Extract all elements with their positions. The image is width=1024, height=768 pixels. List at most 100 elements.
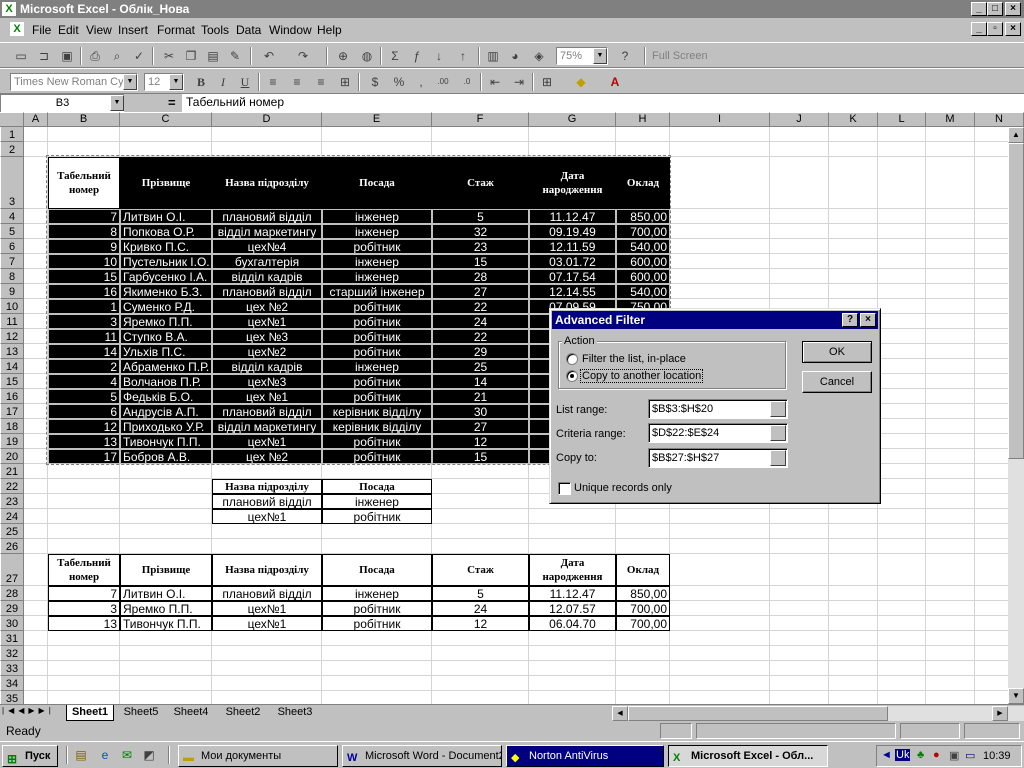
tray-antivirus-icon[interactable]: ●	[933, 749, 940, 761]
filter-in-place-radio[interactable]	[566, 353, 578, 365]
percent-icon[interactable]: %	[390, 73, 408, 91]
collapse-dialog-icon[interactable]	[770, 450, 786, 466]
show-desktop-icon[interactable]: ▤	[72, 746, 90, 764]
task-excel[interactable]: X Microsoft Excel - Обл...	[668, 745, 828, 767]
row-header-26[interactable]: 26	[0, 539, 24, 554]
row-header-23[interactable]: 23	[0, 494, 24, 509]
outlook-icon[interactable]: ✉	[118, 746, 136, 764]
internet-explorer-icon[interactable]: e	[96, 746, 114, 764]
tray-network-icon[interactable]: ▣	[949, 749, 959, 762]
horizontal-scrollbar[interactable]: ◀ ▶	[612, 706, 1024, 721]
copy-to-location-label[interactable]: Copy to another location	[580, 369, 704, 383]
currency-icon[interactable]: $	[366, 73, 384, 91]
undo-icon[interactable]: ↶	[260, 47, 278, 65]
column-header-b[interactable]: B	[48, 112, 120, 127]
minimize-button[interactable]: _	[971, 2, 987, 16]
start-button[interactable]: ⊞ Пуск	[2, 745, 58, 767]
row-header-29[interactable]: 29	[0, 601, 24, 616]
result-row-cell[interactable]: 12.07.57	[529, 601, 616, 616]
column-header-d[interactable]: D	[212, 112, 322, 127]
close-button[interactable]: ×	[1005, 2, 1021, 16]
sort-ascending-icon[interactable]: ↓	[430, 47, 448, 65]
dialog-close-icon[interactable]: ×	[860, 313, 876, 327]
unique-records-checkbox[interactable]	[558, 482, 571, 495]
increase-indent-icon[interactable]: ⇥	[510, 73, 528, 91]
chart-wizard-icon[interactable]: ▥	[484, 47, 502, 65]
row-header-19[interactable]: 19	[0, 434, 24, 449]
result-row-cell[interactable]: 11.12.47	[529, 586, 616, 601]
column-header-e[interactable]: E	[322, 112, 432, 127]
result-row-cell[interactable]: 700,00	[616, 601, 670, 616]
tab-sheet4[interactable]: Sheet4	[168, 705, 214, 721]
align-left-icon[interactable]: ≡	[264, 73, 282, 91]
result-row-cell[interactable]: 3	[48, 601, 120, 616]
menu-file[interactable]: File	[32, 23, 51, 37]
column-header-n[interactable]: N	[975, 112, 1024, 127]
row-header-16[interactable]: 16	[0, 389, 24, 404]
criteria-cell[interactable]: плановий відділ	[212, 494, 322, 509]
result-row-cell[interactable]: робітник	[322, 616, 432, 631]
row-header-10[interactable]: 10	[0, 299, 24, 314]
fill-color-icon[interactable]: ◆	[572, 73, 590, 91]
row-header-31[interactable]: 31	[0, 631, 24, 646]
criteria-cell[interactable]: робітник	[322, 509, 432, 524]
italic-icon[interactable]: I	[214, 73, 232, 91]
row-header-7[interactable]: 7	[0, 254, 24, 269]
row-header-21[interactable]: 21	[0, 464, 24, 479]
formula-input[interactable]: Табельний номер	[182, 94, 1024, 112]
excel-app-icon[interactable]: X	[2, 2, 16, 16]
help-icon[interactable]: ?	[842, 313, 858, 327]
borders-icon[interactable]: ⊞	[538, 73, 556, 91]
print-icon[interactable]: ⎙	[86, 47, 104, 65]
menu-data[interactable]: Data	[236, 23, 261, 37]
column-header-g[interactable]: G	[529, 112, 616, 127]
row-header-2[interactable]: 2	[0, 142, 24, 157]
column-header-j[interactable]: J	[770, 112, 829, 127]
tab-sheet5[interactable]: Sheet5	[118, 705, 164, 721]
task-word[interactable]: W Microsoft Word - Document2	[342, 745, 502, 767]
tab-sheet2[interactable]: Sheet2	[220, 705, 266, 721]
chevron-down-icon[interactable]: ▼	[593, 48, 607, 64]
list-range-input[interactable]: $B$3:$H$20	[648, 399, 788, 419]
collapse-dialog-icon[interactable]	[770, 401, 786, 417]
chevron-down-icon[interactable]: ▼	[123, 74, 137, 90]
menu-window[interactable]: Window	[269, 23, 312, 37]
row-header-35[interactable]: 35	[0, 691, 24, 704]
dialog-title-bar[interactable]: Advanced Filter ? ×	[552, 311, 878, 329]
row-header-8[interactable]: 8	[0, 269, 24, 284]
hscroll-thumb[interactable]	[628, 706, 888, 721]
increase-decimal-icon[interactable]: .00	[434, 73, 452, 91]
result-row-cell[interactable]: 24	[432, 601, 529, 616]
column-header-l[interactable]: L	[878, 112, 926, 127]
comma-icon[interactable]: ,	[412, 73, 430, 91]
column-header-a[interactable]: A	[24, 112, 48, 127]
scroll-right-icon[interactable]: ▶	[992, 706, 1008, 721]
full-screen-button[interactable]: Full Screen	[652, 50, 708, 62]
open-icon[interactable]: ⊐	[35, 47, 53, 65]
row-header-12[interactable]: 12	[0, 329, 24, 344]
menu-format[interactable]: Format	[157, 23, 195, 37]
drawing-icon[interactable]: ◈	[530, 47, 548, 65]
column-header-k[interactable]: K	[829, 112, 878, 127]
map-icon[interactable]: ◕	[506, 47, 524, 65]
tab-sheet1[interactable]: Sheet1	[66, 705, 114, 721]
row-header-32[interactable]: 32	[0, 646, 24, 661]
ok-button[interactable]: OK	[802, 341, 872, 363]
document-icon[interactable]: X	[10, 22, 24, 36]
decrease-decimal-icon[interactable]: .0	[458, 73, 476, 91]
menu-edit[interactable]: Edit	[58, 23, 79, 37]
doc-close-button[interactable]: ×	[1005, 22, 1021, 36]
task-my-documents[interactable]: ▬ Мои документы	[178, 745, 338, 767]
scroll-thumb[interactable]	[1008, 143, 1024, 459]
unique-records-label[interactable]: Unique records only	[574, 482, 672, 494]
bold-icon[interactable]: B	[192, 73, 210, 91]
row-header-20[interactable]: 20	[0, 449, 24, 464]
tray-app-icon[interactable]: ♣	[917, 749, 924, 761]
row-header-13[interactable]: 13	[0, 344, 24, 359]
result-row-cell[interactable]: цех№1	[212, 616, 322, 631]
font-color-icon[interactable]: A	[606, 73, 624, 91]
result-row-cell[interactable]: 12	[432, 616, 529, 631]
copy-to-input[interactable]: $B$27:$H$27	[648, 448, 788, 468]
row-header-14[interactable]: 14	[0, 359, 24, 374]
row-header-30[interactable]: 30	[0, 616, 24, 631]
